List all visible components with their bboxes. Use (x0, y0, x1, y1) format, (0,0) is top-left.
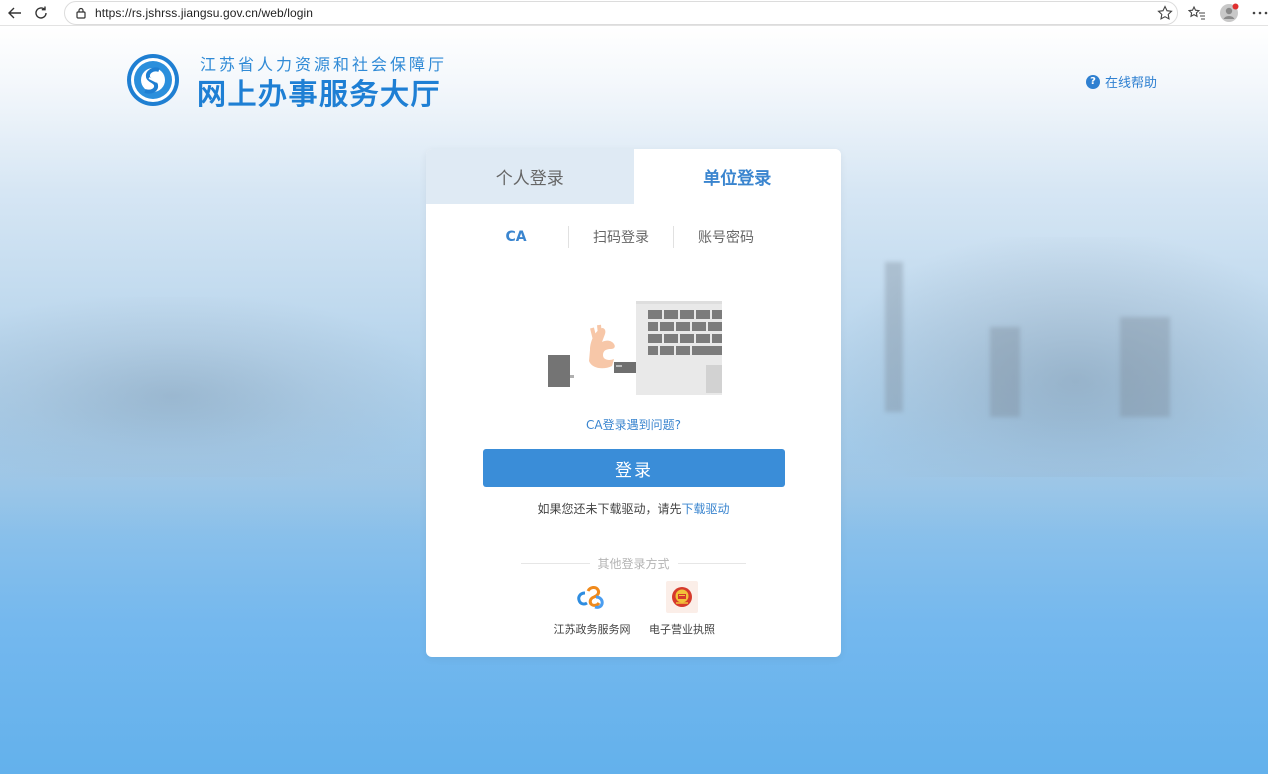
url-text[interactable]: https://rs.jshrss.jiangsu.gov.cn/web/log… (95, 6, 313, 20)
ministry-logo-icon (125, 52, 181, 108)
star-icon[interactable] (1155, 3, 1175, 23)
jiangsu-gov-service-login[interactable]: 江苏政务服务网 (552, 581, 632, 637)
lock-icon[interactable] (73, 5, 89, 21)
driver-hint-text: 如果您还未下载驱动，请先 (537, 502, 682, 516)
tab-password-login[interactable]: 账号密码 (674, 225, 778, 249)
login-page: 江苏省人力资源和社会保障厅 网上办事服务大厅 ? 在线帮助 个人登录 单位登录 … (0, 27, 1268, 774)
driver-hint: 如果您还未下载驱动，请先下载驱动 (426, 500, 841, 517)
other-login-title: 其他登录方式 (597, 556, 670, 571)
download-driver-link[interactable]: 下载驱动 (682, 502, 730, 516)
divider-line (677, 562, 747, 564)
tab-personal-login[interactable]: 个人登录 (426, 149, 634, 204)
jiangsu-gov-service-label: 江苏政务服务网 (553, 623, 631, 636)
online-help-link[interactable]: ? 在线帮助 (1086, 72, 1157, 91)
other-login-divider: 其他登录方式 (521, 555, 747, 571)
profile-icon[interactable] (1219, 3, 1239, 23)
question-icon: ? (1086, 74, 1100, 89)
refresh-icon[interactable] (28, 0, 54, 26)
business-license-label: 电子营业执照 (649, 623, 715, 636)
background-building (1120, 317, 1170, 417)
favorites-icon[interactable] (1187, 3, 1207, 23)
tab-ca-login[interactable]: CA (464, 225, 568, 249)
divider-line (521, 562, 590, 564)
address-bar[interactable]: https://rs.jshrss.jiangsu.gov.cn/web/log… (64, 1, 1178, 25)
tab-qr-login[interactable]: 扫码登录 (569, 225, 673, 249)
ca-problem-link[interactable]: CA登录遇到问题? (426, 416, 841, 433)
site-title: 网上办事服务大厅 (197, 77, 442, 111)
login-method-tabs: CA 扫码登录 账号密码 (426, 225, 841, 249)
national-emblem-icon (666, 581, 698, 613)
background-building (990, 327, 1020, 417)
login-card: 个人登录 单位登录 CA 扫码登录 账号密码 CA登录遇到问题? 登录 如果您还… (426, 149, 841, 657)
business-license-login[interactable]: 电子营业执照 (642, 581, 722, 637)
login-type-tabs: 个人登录 单位登录 (426, 149, 841, 204)
jiangsu-gov-service-icon (576, 581, 608, 613)
login-button[interactable]: 登录 (483, 449, 785, 487)
background-tower (885, 262, 903, 412)
back-icon[interactable] (2, 0, 28, 26)
more-icon[interactable] (1250, 3, 1268, 23)
ca-usb-key-illustration (544, 295, 724, 395)
online-help-label: 在线帮助 (1105, 76, 1158, 91)
tab-unit-login[interactable]: 单位登录 (633, 149, 841, 204)
